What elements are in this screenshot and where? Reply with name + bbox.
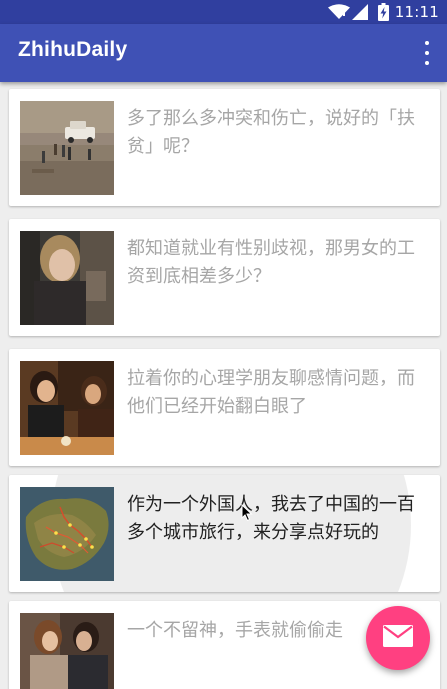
app-bar: ZhihuDaily	[0, 24, 447, 82]
couple-photo	[20, 613, 114, 689]
story-card[interactable]: 作为一个外国人，我去了中国的一百多个城市旅行，来分享点好玩的	[9, 475, 440, 592]
story-card[interactable]: 拉着你的心理学朋友聊感情问题，而他们已经开始翻白眼了	[9, 349, 440, 466]
more-vert-icon[interactable]	[421, 40, 433, 66]
wifi-icon	[327, 4, 350, 20]
status-bar: 11:11	[0, 0, 447, 24]
clock: 11:11	[394, 3, 439, 21]
battery-charging-icon	[377, 3, 389, 21]
mouse-pointer-icon	[241, 503, 253, 526]
story-list[interactable]: 多了那么多冲突和伤亡，说好的「扶贫」呢？ 都知道就业有性别歧视，那男女的工资到底…	[0, 82, 447, 689]
mail-icon	[383, 625, 413, 651]
desert-vehicles-photo	[20, 101, 114, 195]
story-title: 多了那么多冲突和伤亡，说好的「扶贫」呢？	[127, 108, 415, 157]
story-card[interactable]: 多了那么多冲突和伤亡，说好的「扶贫」呢？	[9, 89, 440, 206]
woman-portrait-photo	[20, 231, 114, 325]
app-title: ZhihuDaily	[18, 38, 128, 61]
people-talking-photo	[20, 361, 114, 455]
story-title: 作为一个外国人，我去了中国的一百多个城市旅行，来分享点好玩的	[127, 494, 415, 543]
story-card[interactable]: 都知道就业有性别歧视，那男女的工资到底相差多少？	[9, 219, 440, 336]
story-title: 拉着你的心理学朋友聊感情问题，而他们已经开始翻白眼了	[127, 368, 415, 417]
status-icons: 11:11	[327, 0, 447, 24]
signal-icon	[351, 4, 368, 20]
story-title: 都知道就业有性别歧视，那男女的工资到底相差多少？	[127, 238, 415, 287]
china-map-photo	[20, 487, 114, 581]
compose-fab-button[interactable]	[366, 606, 430, 670]
